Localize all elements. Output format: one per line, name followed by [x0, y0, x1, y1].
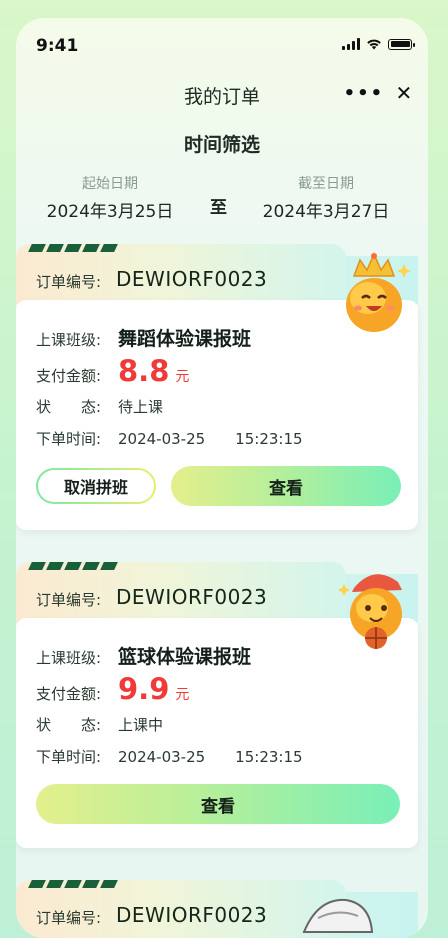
time-label: 下单时间:	[36, 748, 102, 766]
class-label: 上课班级:	[36, 331, 102, 349]
end-date-value[interactable]: 2024年3月27日	[246, 197, 406, 222]
amount-value: 8.8	[118, 354, 170, 388]
cancel-group-button[interactable]: 取消拼班	[36, 468, 156, 504]
amount-unit: 元	[175, 687, 190, 703]
amount-value: 9.9	[118, 672, 170, 706]
phone-screen: 9:41 我的订单 ••• ✕ 时间筛选 起始日期 2024年3月25日 至 截…	[16, 18, 428, 938]
nav-bar: 我的订单 ••• ✕	[16, 76, 428, 112]
order-no-label: 订单编号:	[36, 273, 102, 291]
status-value: 上课中	[118, 716, 164, 734]
order-no-label: 订单编号:	[36, 591, 102, 609]
status-bar: 9:41	[16, 18, 428, 68]
stripe-decoration	[28, 562, 118, 570]
amount-label: 支付金额:	[36, 685, 102, 703]
class-name: 篮球体验课报班	[118, 646, 252, 668]
status-icons	[342, 38, 415, 50]
basketball-mascot-icon	[338, 574, 402, 649]
time-value: 2024-03-25 15:23:15	[118, 430, 303, 448]
start-date-picker[interactable]: 起始日期 2024年3月25日	[30, 173, 190, 222]
more-dots-icon[interactable]: •••	[344, 83, 385, 104]
start-date-value[interactable]: 2024年3月25日	[30, 197, 190, 222]
order-no: DEWIORF0023	[116, 903, 268, 927]
amount-unit: 元	[175, 369, 190, 385]
stripe-decoration	[28, 244, 118, 252]
status-time: 9:41	[36, 36, 79, 56]
start-date-label: 起始日期	[82, 176, 138, 192]
end-date-picker[interactable]: 截至日期 2024年3月27日	[246, 173, 406, 222]
wifi-icon	[367, 39, 381, 50]
status-label: 状 态:	[36, 398, 102, 416]
cap-mascot-icon	[302, 898, 374, 933]
order-no: DEWIORF0023	[116, 267, 268, 291]
end-date-label: 截至日期	[298, 176, 354, 192]
status-label: 状 态:	[36, 716, 102, 734]
order-details: 上课班级: 篮球体验课报班 支付金额: 9.9 元 状 态: 上课中 下单时间:…	[16, 618, 418, 848]
view-button[interactable]: 查看	[36, 784, 400, 824]
time-value: 2024-03-25 15:23:15	[118, 748, 303, 766]
date-separator: 至	[210, 198, 227, 218]
cellular-signal-icon	[342, 38, 360, 50]
class-name: 舞蹈体验课报班	[118, 328, 252, 350]
mini-program-capsule: ••• ✕	[338, 76, 418, 110]
class-label: 上课班级:	[36, 649, 102, 667]
filter-title: 时间筛选	[183, 134, 260, 156]
status-value: 待上课	[118, 398, 164, 416]
amount-label: 支付金额:	[36, 367, 102, 385]
crown-mascot-icon	[346, 252, 411, 332]
view-button[interactable]: 查看	[171, 466, 401, 506]
order-no-label: 订单编号:	[36, 909, 102, 927]
close-icon[interactable]: ✕	[396, 81, 413, 105]
time-label: 下单时间:	[36, 430, 102, 448]
order-no: DEWIORF0023	[116, 585, 268, 609]
stripe-decoration	[28, 880, 118, 888]
battery-icon	[388, 38, 415, 50]
